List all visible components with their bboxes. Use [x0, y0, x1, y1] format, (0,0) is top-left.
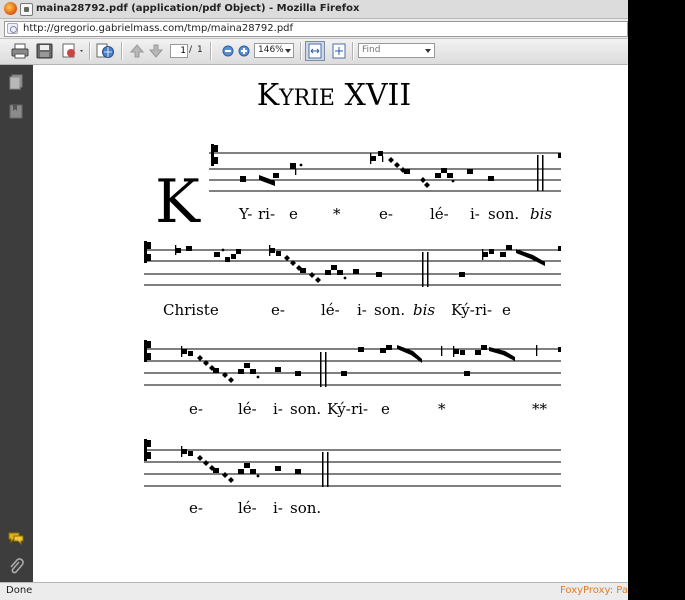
lyric-syllable: ri- [258, 205, 276, 223]
repeat-marker: bis [530, 205, 553, 223]
neumes-line-2 [175, 245, 561, 287]
lyric-syllable: i- [273, 499, 283, 517]
paperclip-icon [10, 558, 24, 574]
zoom-in-button[interactable] [238, 43, 250, 59]
lyric-syllable: i- [470, 205, 480, 223]
lyric-syllable: Christe [163, 301, 219, 319]
status-text: Done [6, 585, 33, 596]
pdf-tools-button[interactable] [61, 43, 85, 59]
lyric-syllable: i- [357, 301, 367, 319]
lyric-syllable: e [502, 301, 511, 319]
zoom-value: 146% [258, 45, 284, 55]
url-bar[interactable]: http://gregorio.gabrielmass.com/tmp/main… [4, 21, 628, 37]
pages-panel-button[interactable] [8, 74, 24, 90]
chevron-down-icon[interactable] [425, 49, 431, 53]
bookmarks-icon [9, 104, 23, 119]
previous-page-button[interactable] [129, 43, 145, 59]
toolbar-separator [300, 42, 302, 60]
page-number-input[interactable] [170, 44, 188, 58]
comments-panel-button[interactable] [8, 530, 24, 546]
find-field[interactable] [358, 43, 435, 58]
lyric-syllable: e- [271, 301, 285, 319]
print-button[interactable] [11, 43, 29, 59]
zoom-out-icon [222, 45, 234, 57]
fit-width-button[interactable] [305, 41, 325, 61]
window-title: maina28792.pdf (application/pdf Object) … [36, 3, 360, 14]
disk-icon [36, 43, 53, 59]
window-menu-icon[interactable] [20, 3, 33, 16]
lyric-asterisk: * [333, 205, 341, 223]
lyric-syllable: son. [290, 400, 322, 418]
save-button[interactable] [36, 43, 53, 59]
staff-line-1 [209, 152, 561, 192]
neumes-line-3 [181, 345, 561, 387]
pdf-toolbar: / 1 146% [0, 39, 628, 65]
document-properties-button[interactable] [95, 43, 115, 59]
lyric-syllable: Y- [239, 205, 253, 223]
lyric-syllable: son. [290, 499, 322, 517]
url-text[interactable]: http://gregorio.gabrielmass.com/tmp/main… [23, 23, 293, 34]
pages-icon [9, 74, 23, 90]
firefox-logo-icon [4, 2, 17, 15]
page-separator: / [189, 45, 193, 55]
document-globe-icon [96, 43, 114, 58]
chant-score: KYRIE XVII K [144, 78, 561, 487]
lyric-syllable: lé- [238, 400, 257, 418]
lyric-syllable: lé- [238, 499, 257, 517]
browser-window: maina28792.pdf (application/pdf Object) … [0, 0, 628, 600]
arrow-down-icon [148, 44, 164, 58]
lyric-syllable: lé- [430, 205, 449, 223]
repeat-marker: bis [413, 301, 436, 319]
lyric-syllable: son. [374, 301, 406, 319]
toolbar-separator [352, 42, 354, 60]
lyric-syllable: Ký- [451, 301, 475, 319]
lyric-syllable: e [381, 400, 390, 418]
toolbar-separator [89, 42, 91, 60]
lyric-double-asterisk: ** [532, 400, 547, 418]
lyric-syllable: e- [189, 499, 203, 517]
comments-icon [8, 532, 24, 546]
lyric-syllable: ri- [475, 301, 493, 319]
fit-width-icon [308, 43, 322, 59]
lyric-syllable: son. [488, 205, 520, 223]
navigation-bar: http://gregorio.gabrielmass.com/tmp/main… [0, 19, 628, 39]
pdf-page: KYRIE XVII K Y- ri- e * e- lé- i- son. b… [33, 65, 628, 582]
lyric-syllable: Ký- [327, 400, 351, 418]
fit-page-icon [332, 43, 346, 59]
pdf-tools-icon [62, 43, 83, 58]
zoom-select[interactable]: 146% [254, 43, 294, 58]
lyric-syllable: e- [379, 205, 393, 223]
lyric-syllable: e- [189, 400, 203, 418]
site-identity-icon[interactable] [7, 23, 18, 34]
page-total: 1 [197, 45, 203, 55]
zoom-in-icon [238, 45, 250, 57]
arrow-up-icon [129, 44, 145, 58]
fit-page-button[interactable] [331, 43, 347, 59]
zoom-out-button[interactable] [222, 43, 234, 59]
lyric-syllable: i- [273, 400, 283, 418]
lyric-syllable: e [289, 205, 298, 223]
bookmarks-panel-button[interactable] [8, 103, 24, 119]
foxyproxy-status[interactable]: FoxyProxy: Patte [560, 585, 628, 596]
neumes-line-1 [240, 151, 561, 191]
staff-line-3 [144, 348, 561, 386]
title-bar: maina28792.pdf (application/pdf Object) … [0, 0, 628, 19]
printer-icon [11, 43, 29, 59]
pdf-sidebar [0, 65, 33, 582]
neumes-line-4 [181, 446, 329, 487]
document-title: KYRIE XVII [257, 78, 412, 113]
initial-letter: K [155, 167, 201, 237]
status-bar: Done FoxyProxy: Patte [0, 582, 628, 600]
staff-line-2 [144, 249, 561, 286]
find-input[interactable] [360, 44, 426, 56]
toolbar-separator [121, 42, 123, 60]
attachments-panel-button[interactable] [8, 558, 24, 574]
lyric-asterisk: * [438, 400, 446, 418]
staff-line-4 [144, 449, 561, 487]
next-page-button[interactable] [148, 43, 164, 59]
lyric-syllable: lé- [321, 301, 340, 319]
lyric-syllable: ri- [351, 400, 369, 418]
toolbar-separator [210, 42, 212, 60]
chevron-down-icon [285, 49, 291, 53]
